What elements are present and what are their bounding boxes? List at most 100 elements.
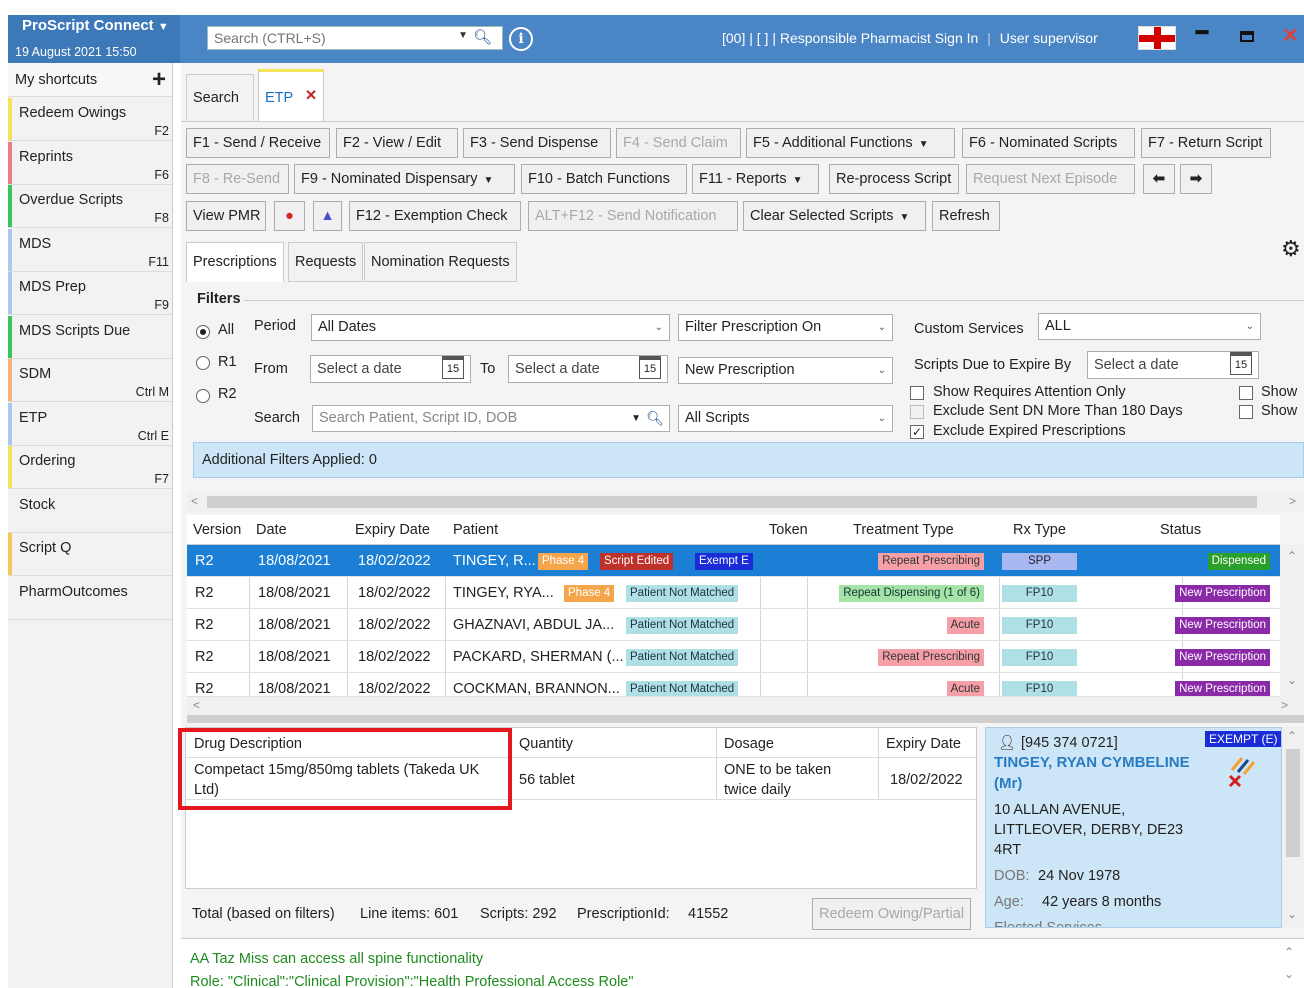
calendar-icon[interactable]: 15 xyxy=(1230,352,1252,375)
toolbar-button[interactable]: F3 - Send Dispense xyxy=(463,128,611,158)
exclude-expired-checkbox[interactable]: ✓ xyxy=(910,425,924,439)
scripts-due-date-input[interactable]: Select a date 15 xyxy=(1087,351,1259,379)
show-checkbox-1[interactable] xyxy=(1239,386,1253,400)
toolbar-button[interactable]: F9 - Nominated Dispensary ▼ xyxy=(294,164,515,194)
col-token[interactable]: Token xyxy=(769,522,808,538)
calendar-icon[interactable]: 15 xyxy=(442,356,464,379)
shortcut-item[interactable]: MDS Scripts Due xyxy=(8,315,172,359)
toolbar-button[interactable]: F1 - Send / Receive xyxy=(186,128,330,158)
col-date[interactable]: Date xyxy=(256,522,287,538)
prescription-status-select[interactable]: New Prescription ⌄ xyxy=(678,357,893,384)
toolbar-button[interactable]: ALT+F12 - Send Notification xyxy=(528,201,738,231)
all-scripts-select[interactable]: All Scripts ⌄ xyxy=(678,405,893,432)
scroll-right-icon[interactable]: > xyxy=(1281,698,1288,712)
shortcut-item[interactable]: MDS F11 xyxy=(8,228,172,272)
rp-sign-in-link[interactable]: Responsible Pharmacist Sign In xyxy=(780,30,978,46)
scroll-down-icon[interactable]: ⌄ xyxy=(1284,967,1294,981)
table-row[interactable]: R2 18/08/2021 18/02/2022 GHAZNAVI, ABDUL JA… xyxy=(187,609,1280,641)
table-row[interactable]: R2 18/08/2021 18/02/2022 PACKARD, SHERMAN (… xyxy=(187,641,1280,673)
toolbar-button[interactable]: F12 - Exemption Check xyxy=(349,201,521,231)
toolbar-button[interactable]: F6 - Nominated Scripts xyxy=(962,128,1135,158)
toolbar-button[interactable]: F2 - View / Edit xyxy=(336,128,458,158)
splitter[interactable] xyxy=(187,715,1304,723)
scroll-up-icon[interactable]: ⌃ xyxy=(1287,729,1297,743)
search-icon[interactable]: 🔍︎ xyxy=(473,28,492,46)
show-requires-attention-checkbox[interactable] xyxy=(910,386,924,400)
toolbar-button[interactable]: F8 - Re-Send xyxy=(186,164,289,194)
toolbar-button[interactable]: Clear Selected Scripts ▼ xyxy=(743,201,926,231)
global-search-input[interactable] xyxy=(208,27,458,49)
toolbar-button[interactable]: F5 - Additional Functions ▼ xyxy=(746,128,955,158)
shortcut-item[interactable]: Ordering F7 xyxy=(8,446,172,489)
col-rx-type[interactable]: Rx Type xyxy=(1013,522,1066,538)
grid-scrollbar-top[interactable]: < > xyxy=(187,492,1304,512)
flask-icon[interactable]: ▲ xyxy=(313,201,342,231)
user-label[interactable]: User supervisor xyxy=(1000,30,1098,46)
grid-scrollbar-v[interactable]: ⌃ ⌄ xyxy=(1281,545,1304,697)
scroll-up-icon[interactable]: ⌃ xyxy=(1284,945,1294,959)
apple-icon[interactable]: ● xyxy=(274,201,305,231)
info-icon[interactable]: i xyxy=(509,27,533,51)
arrow-left-button[interactable]: ⬅ xyxy=(1143,164,1175,194)
grid-scrollbar-bottom[interactable]: < > xyxy=(187,697,1304,715)
scroll-right-icon[interactable]: > xyxy=(1289,494,1296,508)
filter-on-select[interactable]: Filter Prescription On ⌄ xyxy=(678,314,893,341)
col-treatment[interactable]: Treatment Type xyxy=(853,522,954,538)
table-row[interactable]: R2 18/08/2021 18/02/2022 COCKMAN, BRANNON..… xyxy=(187,673,1280,697)
shortcut-item[interactable]: Reprints F6 xyxy=(8,141,172,185)
scroll-thumb[interactable] xyxy=(1286,749,1300,857)
scroll-down-icon[interactable]: ⌄ xyxy=(1287,907,1297,921)
maximize-icon[interactable] xyxy=(1240,31,1254,42)
table-row[interactable]: R2 18/08/2021 18/02/2022 TINGEY, R... Phase … xyxy=(187,545,1280,577)
show-checkbox-2[interactable] xyxy=(1239,405,1253,419)
scroll-left-icon[interactable]: < xyxy=(191,494,198,508)
col-patient[interactable]: Patient xyxy=(453,522,498,538)
add-shortcut-icon[interactable]: + xyxy=(152,66,166,94)
radio-r2[interactable] xyxy=(196,389,210,403)
subtab-prescriptions[interactable]: Prescriptions xyxy=(186,242,284,282)
search-icon[interactable]: 🔍︎ xyxy=(646,406,664,431)
exclude-sent-dn-checkbox[interactable] xyxy=(910,405,924,419)
scroll-down-icon[interactable]: ⌄ xyxy=(1287,673,1297,687)
shortcut-item[interactable]: SDM Ctrl M xyxy=(8,359,172,402)
subtab-requests[interactable]: Requests xyxy=(288,242,364,282)
brand-name[interactable]: ProScript Connect ▼ xyxy=(22,17,169,34)
patient-name-line1[interactable]: TINGEY, RYAN CYMBELINE xyxy=(994,754,1190,771)
col-version[interactable]: Version xyxy=(193,522,241,538)
toolbar-button[interactable]: F4 - Send Claim xyxy=(616,128,741,158)
table-row[interactable]: R2 18/08/2021 18/02/2022 TINGEY, RYA... Phas… xyxy=(187,577,1280,609)
shortcut-item[interactable]: MDS Prep F9 xyxy=(8,272,172,315)
custom-services-select[interactable]: ALL ⌄ xyxy=(1038,313,1261,340)
toolbar-button[interactable]: View PMR xyxy=(186,201,266,231)
chevron-down-icon[interactable]: ▼ xyxy=(458,30,468,41)
close-tab-icon[interactable]: ✕ xyxy=(305,88,317,104)
toolbar-button[interactable]: Re-process Script xyxy=(829,164,959,194)
brand-block[interactable]: ProScript Connect ▼ 19 August 2021 15:50 xyxy=(8,15,180,63)
redeem-owing-button[interactable]: Redeem Owing/Partial xyxy=(812,898,972,930)
patient-scrollbar[interactable]: ⌃ ⌄ xyxy=(1282,727,1304,928)
period-select[interactable]: All Dates ⌄ xyxy=(311,314,670,341)
toolbar-button[interactable]: Refresh xyxy=(932,201,1000,231)
toolbar-button[interactable]: F7 - Return Script xyxy=(1141,128,1271,158)
scroll-left-icon[interactable]: < xyxy=(193,698,200,712)
radio-r1[interactable] xyxy=(196,356,210,370)
from-date-input[interactable]: Select a date 15 xyxy=(310,355,471,383)
scroll-up-icon[interactable]: ⌃ xyxy=(1287,549,1297,563)
arrow-right-button[interactable]: ➡ xyxy=(1180,164,1212,194)
to-date-input[interactable]: Select a date 15 xyxy=(508,355,668,383)
col-expiry[interactable]: Expiry Date xyxy=(355,522,430,538)
shortcut-item[interactable]: Overdue Scripts F8 xyxy=(8,185,172,228)
tab-search[interactable]: Search xyxy=(186,74,254,122)
toolbar-button[interactable]: F10 - Batch Functions xyxy=(521,164,687,194)
gear-icon[interactable]: ⚙ xyxy=(1281,236,1301,262)
calendar-icon[interactable]: 15 xyxy=(639,356,661,379)
shortcut-item[interactable]: PharmOutcomes xyxy=(8,576,172,620)
chevron-down-icon[interactable]: ▼ xyxy=(631,406,641,431)
shortcut-item[interactable]: Stock xyxy=(8,489,172,533)
shortcut-item[interactable]: ETP Ctrl E xyxy=(8,402,172,446)
global-search[interactable]: ▼ 🔍︎ xyxy=(207,26,503,50)
radio-all[interactable] xyxy=(196,325,210,339)
close-icon[interactable]: ✕ xyxy=(1282,23,1299,48)
shortcut-item[interactable]: Redeem Owings F2 xyxy=(8,98,172,141)
subtab-nomination-requests[interactable]: Nomination Requests xyxy=(364,242,517,282)
